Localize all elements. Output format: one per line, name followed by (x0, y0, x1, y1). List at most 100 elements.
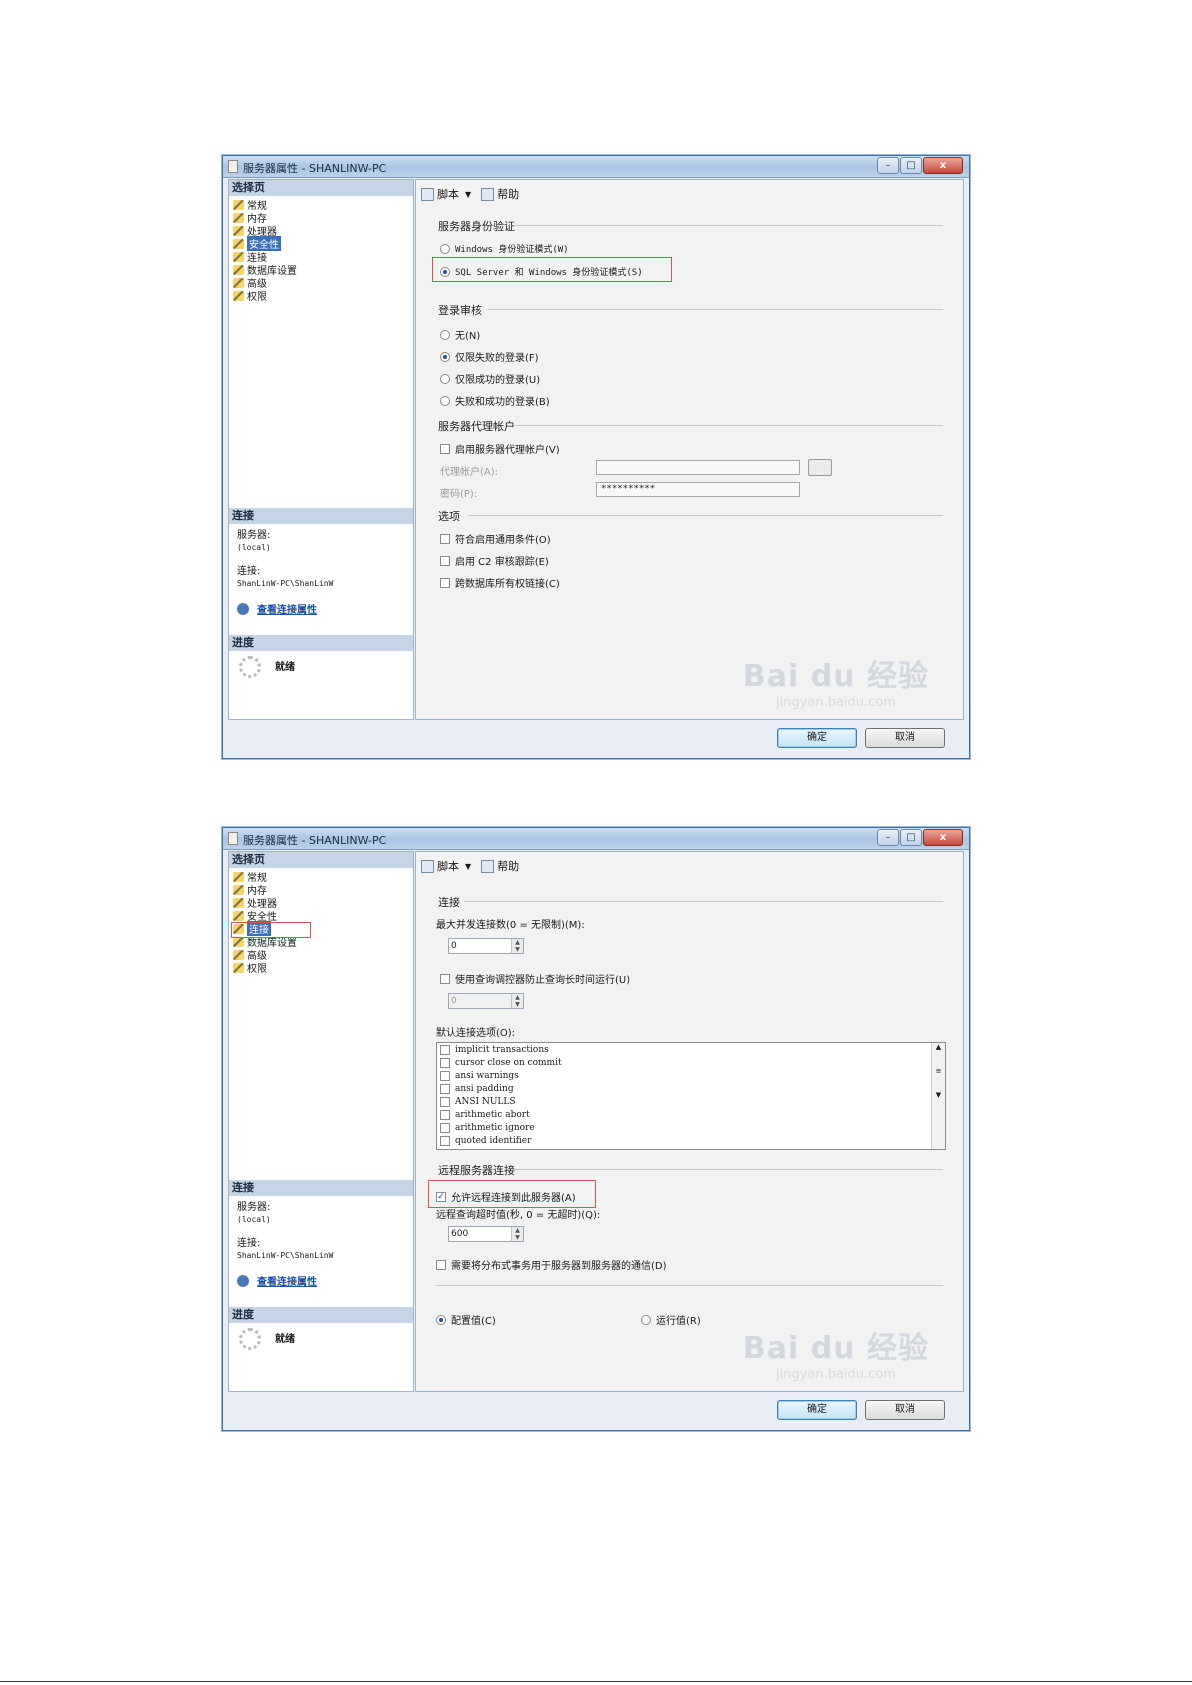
minimize-button[interactable]: – (877, 157, 899, 174)
default-connection-options-list[interactable]: implicit transactions cursor close on co… (436, 1042, 946, 1150)
list-item[interactable]: ansi warnings (437, 1069, 945, 1082)
script-icon (421, 187, 434, 201)
title-bar[interactable]: 服务器属性 - SHANLINW-PC – □ x (223, 156, 969, 178)
highlight-box (231, 922, 311, 938)
list-item[interactable]: quoted identifier (437, 1134, 945, 1147)
left-pane: 选择页 常规 内存 处理器 安全性 连接 数据库设置 高级 权限 连接 服务器:… (228, 179, 414, 720)
help-button[interactable]: 帮助 (497, 858, 519, 874)
chevron-down-icon[interactable]: ▼ (465, 190, 471, 199)
radio-audit-success[interactable]: 仅限成功的登录(U) (440, 371, 540, 386)
cancel-button[interactable]: 取消 (865, 1400, 945, 1420)
checkbox-enable-proxy[interactable]: 启用服务器代理帐户(V) (440, 441, 560, 456)
connection-header: 连接 (229, 508, 413, 524)
page-icon (233, 225, 244, 236)
nav-item-permissions[interactable]: 权限 (233, 289, 297, 303)
stepper-arrows-icon[interactable]: ▲ ▼ (511, 994, 523, 1008)
page-icon (233, 212, 244, 223)
page-icon (233, 251, 244, 262)
stepper-arrows-icon[interactable]: ▲ ▼ (511, 1227, 523, 1241)
max-connections-label: 最大并发连接数(0 = 无限制)(M): (436, 920, 585, 931)
list-item[interactable]: arithmetic ignore (437, 1121, 945, 1134)
help-button[interactable]: 帮助 (497, 186, 519, 202)
script-icon (421, 859, 434, 873)
remote-timeout-stepper[interactable]: 600 ▲ ▼ (448, 1226, 524, 1242)
left-pane: 选择页 常规 内存 处理器 安全性 连接 数据库设置 高级 权限 连接 服务器:… (228, 851, 414, 1392)
scrollbar[interactable]: ▲ ≡ ▼ (931, 1043, 945, 1149)
ok-button[interactable]: 确定 (777, 728, 857, 748)
close-button[interactable]: x (923, 157, 963, 174)
stepper-arrows-icon[interactable]: ▲ ▼ (511, 939, 523, 953)
toolbar: 脚本 ▼ 帮助 (421, 186, 519, 202)
maximize-button[interactable]: □ (900, 157, 922, 174)
title-bar[interactable]: 服务器属性 - SHANLINW-PC – □ x (223, 828, 969, 850)
checkbox-query-governor[interactable]: 使用查询调控器防止查询长时间运行(U) (440, 971, 630, 986)
query-governor-stepper[interactable]: 0 ▲ ▼ (448, 993, 524, 1009)
page-icon (233, 871, 244, 882)
select-page-header: 选择页 (229, 852, 413, 868)
properties-icon (237, 1274, 249, 1287)
server-info: 服务器: (local) (237, 530, 271, 552)
script-button[interactable]: 脚本 (437, 186, 459, 202)
view-connection-properties[interactable]: 查看连接属性 (237, 1273, 317, 1288)
group-proxy-account: 服务器代理帐户 (438, 418, 943, 434)
group-login-auditing: 登录审核 (438, 302, 943, 318)
progress-status: 就绪 (275, 662, 295, 673)
highlight-box (432, 257, 672, 282)
window-title: 服务器属性 - SHANLINW-PC (243, 162, 387, 175)
radio-windows-auth[interactable]: Windows 身份验证模式(W) (440, 242, 569, 255)
proxy-account-field[interactable] (596, 460, 800, 475)
page-icon (233, 936, 244, 947)
right-pane: 脚本 ▼ 帮助 连接 最大并发连接数(0 = 无限制)(M): 0 ▲ ▼ 使用查… (415, 851, 964, 1392)
radio-audit-failed[interactable]: 仅限失败的登录(F) (440, 349, 539, 364)
minimize-button[interactable]: – (877, 829, 899, 846)
browse-button[interactable] (808, 459, 832, 476)
progress-header: 进度 (229, 635, 413, 651)
radio-audit-none[interactable]: 无(N) (440, 327, 480, 342)
group-server-authentication: 服务器身份验证 (438, 218, 943, 234)
proxy-password-field[interactable]: ********** (596, 482, 800, 497)
page-icon (233, 238, 244, 249)
dialog-buttons: 确定 取消 (769, 728, 945, 748)
checkbox-cross-db-chaining[interactable]: 跨数据库所有权链接(C) (440, 575, 560, 590)
checkbox-common-criteria[interactable]: 符合启用通用条件(O) (440, 531, 551, 546)
default-options-label: 默认连接选项(O): (436, 1028, 516, 1039)
list-item[interactable]: ansi padding (437, 1082, 945, 1095)
list-item[interactable]: arithmetic abort (437, 1108, 945, 1121)
page-icon (233, 897, 244, 908)
script-button[interactable]: 脚本 (437, 858, 459, 874)
server-properties-window-connections: 服务器属性 - SHANLINW-PC – □ x 选择页 常规 内存 处理器 … (222, 827, 970, 1431)
dialog-buttons: 确定 取消 (769, 1400, 945, 1420)
baidu-watermark: Bai du 经验 jingyan.baidu.com (742, 1331, 929, 1382)
page-icon (233, 264, 244, 275)
cancel-button[interactable]: 取消 (865, 728, 945, 748)
nav-item-permissions[interactable]: 权限 (233, 961, 297, 975)
radio-running-values[interactable]: 运行值(R) (641, 1312, 701, 1327)
radio-configured-values[interactable]: 配置值(C) (436, 1312, 496, 1327)
help-icon (481, 859, 495, 873)
checkbox-c2-audit[interactable]: 启用 C2 审核跟踪(E) (440, 553, 549, 568)
radio-audit-both[interactable]: 失败和成功的登录(B) (440, 393, 550, 408)
server-info: 服务器: (local) (237, 1202, 271, 1224)
close-button[interactable]: x (923, 829, 963, 846)
page-icon (233, 962, 244, 973)
group-options: 选项 (438, 508, 943, 524)
list-item[interactable]: cursor close on commit (437, 1056, 945, 1069)
page-bottom-rule (0, 1681, 1192, 1682)
view-connection-properties[interactable]: 查看连接属性 (237, 601, 317, 616)
properties-icon (237, 602, 249, 615)
ok-button[interactable]: 确定 (777, 1400, 857, 1420)
maximize-button[interactable]: □ (900, 829, 922, 846)
page-icon (233, 277, 244, 288)
chevron-down-icon[interactable]: ▼ (465, 862, 471, 871)
connection-info: 连接: ShanLinW-PC\ShanLinW (237, 1238, 334, 1260)
help-icon (481, 187, 495, 201)
right-pane: 脚本 ▼ 帮助 服务器身份验证 Windows 身份验证模式(W) SQL Se… (415, 179, 964, 720)
connection-header: 连接 (229, 1180, 413, 1196)
max-connections-stepper[interactable]: 0 ▲ ▼ (448, 938, 524, 954)
page-icon (233, 199, 244, 210)
checkbox-require-distributed-tx[interactable]: 需要将分布式事务用于服务器到服务器的通信(D) (436, 1257, 667, 1272)
list-item[interactable]: ANSI NULLS (437, 1095, 945, 1108)
group-connections: 连接 (438, 894, 943, 910)
list-item[interactable]: implicit transactions (437, 1043, 945, 1056)
connection-info: 连接: ShanLinW-PC\ShanLinW (237, 566, 334, 588)
